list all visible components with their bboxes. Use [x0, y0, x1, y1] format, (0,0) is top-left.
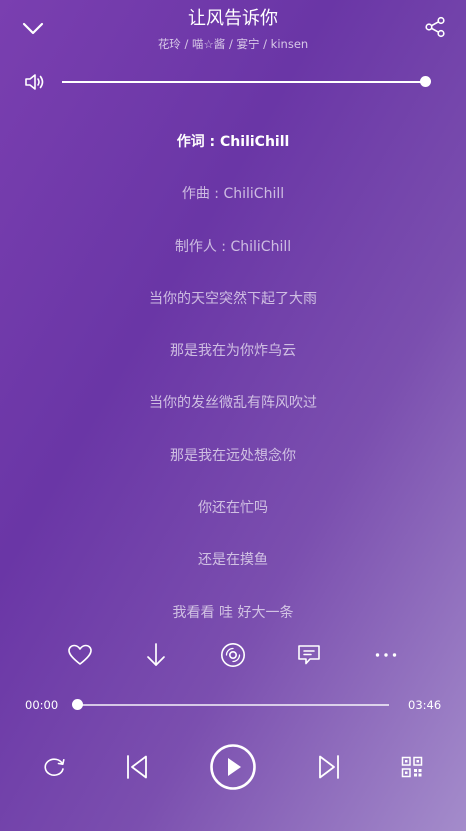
lyric-line[interactable]: 作曲 : ChiliChill — [0, 176, 466, 228]
lyric-line[interactable]: 那是我在为你炸乌云 — [0, 333, 466, 385]
lyric-line[interactable]: 当你的发丝微乱有阵风吹过 — [0, 385, 466, 437]
share-icon — [425, 16, 445, 38]
lyric-line[interactable]: 你还在忙吗 — [0, 490, 466, 542]
lyric-line[interactable]: 作词 : ChiliChill — [0, 124, 466, 176]
disc-button[interactable] — [218, 640, 248, 670]
repeat-icon — [44, 758, 65, 776]
more-icon — [375, 653, 397, 657]
heart-icon — [68, 644, 92, 665]
lyrics-list: 作词 : ChiliChill 作曲 : ChiliChill 制作人 : Ch… — [0, 124, 466, 647]
playback-progress: 00:00 03:46 — [0, 694, 466, 716]
like-button[interactable] — [65, 640, 95, 670]
more-button[interactable] — [371, 640, 401, 670]
volume-slider-track[interactable] — [62, 81, 425, 83]
qr-playlist-icon — [401, 756, 423, 778]
song-title: 让风告诉你 — [188, 8, 278, 29]
current-time: 00:00 — [25, 698, 59, 712]
lyric-line[interactable]: 当你的天空突然下起了大雨 — [0, 281, 466, 333]
vinyl-disc-icon — [221, 643, 245, 667]
total-time: 03:46 — [408, 698, 442, 712]
player-header: 让风告诉你 花玲 / 喵☆酱 / 宴宁 / kinsen — [0, 0, 466, 60]
song-artists[interactable]: 花玲 / 喵☆酱 / 宴宁 / kinsen — [0, 36, 466, 52]
share-button[interactable] — [420, 12, 450, 42]
comment-button[interactable] — [294, 640, 324, 670]
lyric-line[interactable]: 那是我在远处想念你 — [0, 438, 466, 490]
next-button[interactable] — [305, 742, 353, 792]
volume-control — [0, 70, 466, 94]
download-icon — [147, 643, 165, 666]
volume-slider-thumb[interactable] — [419, 76, 431, 87]
previous-icon — [127, 755, 147, 779]
progress-slider-thumb[interactable] — [71, 699, 83, 710]
repeat-button[interactable] — [30, 742, 78, 792]
speaker-icon — [25, 74, 44, 90]
next-icon — [319, 755, 339, 779]
comment-icon — [298, 645, 320, 665]
playback-controls — [0, 742, 466, 792]
playlist-button[interactable] — [388, 742, 436, 792]
volume-button[interactable] — [22, 70, 48, 94]
lyric-line[interactable]: 还是在摸鱼 — [0, 542, 466, 594]
previous-button[interactable] — [113, 742, 161, 792]
download-button[interactable] — [141, 640, 171, 670]
play-icon — [210, 744, 256, 790]
action-bar — [0, 640, 466, 672]
play-button[interactable] — [205, 742, 261, 792]
progress-slider-track[interactable] — [77, 704, 389, 706]
lyric-line[interactable]: 制作人 : ChiliChill — [0, 229, 466, 281]
